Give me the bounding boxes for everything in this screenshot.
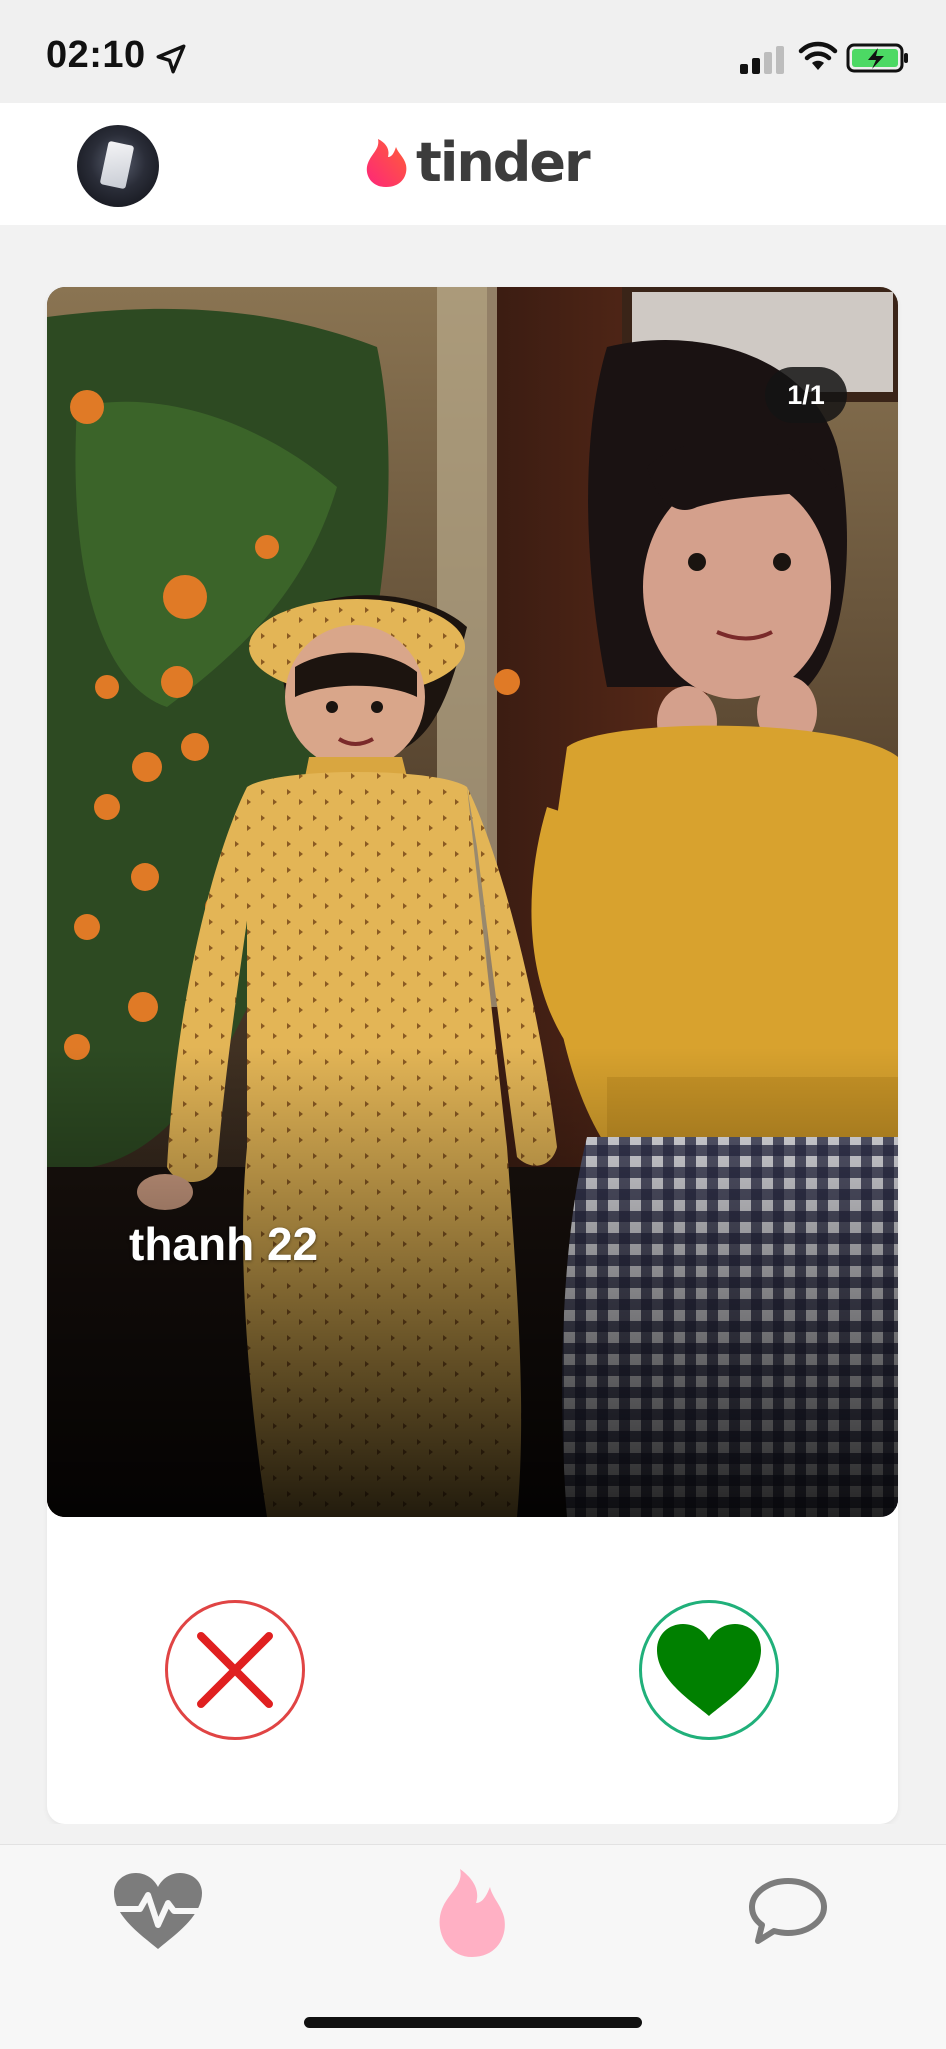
profile-photo[interactable]: 1/1 thanh 22 xyxy=(47,287,898,1517)
photo-illustration xyxy=(47,287,898,1517)
tab-matches[interactable] xyxy=(109,1869,207,1958)
battery-charging-icon xyxy=(846,43,908,73)
profile-card[interactable]: 1/1 thanh 22 xyxy=(47,287,898,1824)
profile-avatar[interactable] xyxy=(77,125,159,207)
profile-name-age: thanh 22 xyxy=(129,1218,319,1270)
nope-button[interactable] xyxy=(165,1600,305,1740)
heartbeat-icon xyxy=(109,1873,207,1949)
flame-logo-icon xyxy=(366,139,407,187)
photo-counter-badge: 1/1 xyxy=(765,367,847,423)
home-indicator xyxy=(304,2017,642,2028)
avatar-image xyxy=(99,140,135,190)
tinder-logo: tinder xyxy=(362,131,591,194)
chat-bubble-icon xyxy=(749,1878,827,1944)
tab-messages[interactable] xyxy=(748,1875,828,1952)
heart-icon xyxy=(657,1624,761,1716)
cellular-signal-icon xyxy=(740,46,784,74)
bottom-separator xyxy=(0,1824,946,1844)
app-header: tinder xyxy=(0,103,946,225)
flame-icon xyxy=(439,1869,505,1957)
status-bar: 02:10 xyxy=(0,0,946,103)
status-time: 02:10 xyxy=(46,34,146,76)
tab-discover[interactable] xyxy=(434,1865,510,1966)
wifi-icon xyxy=(798,41,838,70)
x-icon xyxy=(197,1632,273,1708)
bottom-tab-bar xyxy=(0,1844,946,2049)
like-button[interactable] xyxy=(639,1600,779,1740)
logo-wordmark: tinder xyxy=(416,131,591,194)
location-arrow-icon xyxy=(156,44,186,74)
header-spacer xyxy=(0,225,946,287)
